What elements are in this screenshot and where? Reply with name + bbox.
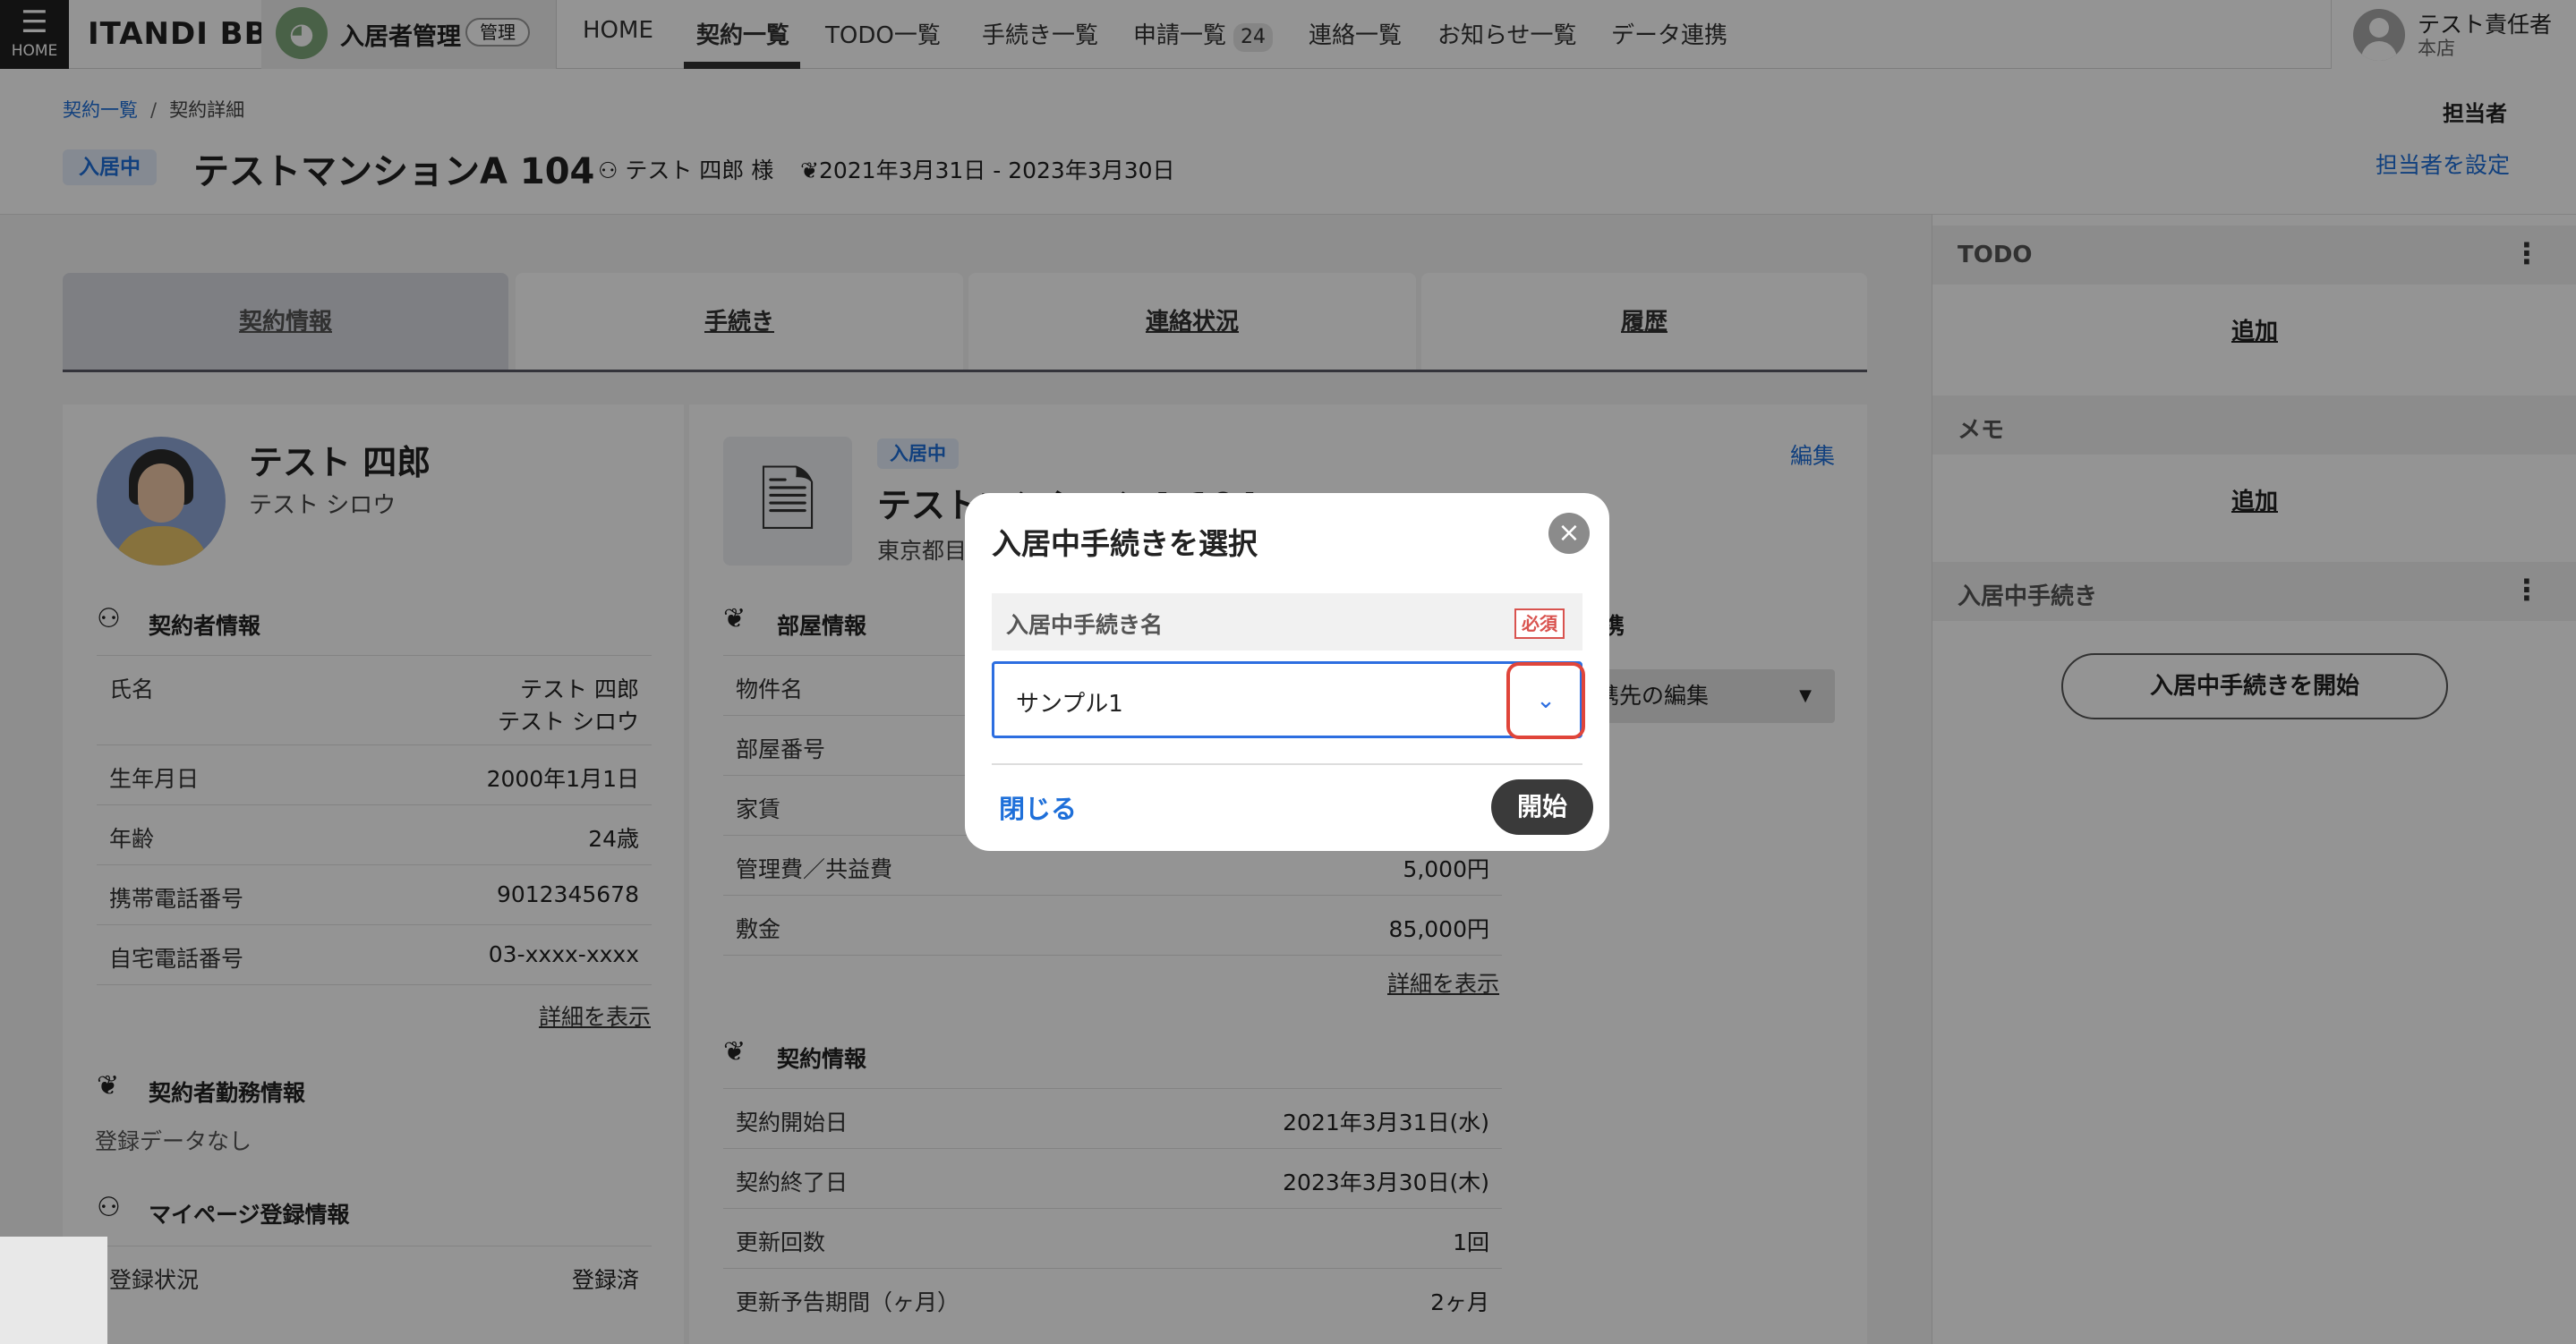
dialog-divider	[992, 763, 1582, 765]
start-button[interactable]: 開始	[1491, 779, 1593, 835]
close-button[interactable]: 閉じる	[999, 788, 1077, 826]
procedure-name-label: 入居中手続き名	[1006, 612, 1164, 638]
field-label-bar: 入居中手続き名 必須	[992, 593, 1582, 651]
chevron-down-icon[interactable]: ⌄	[1506, 662, 1585, 739]
dialog-title: 入居中手続きを選択	[992, 526, 1258, 561]
procedure-select-dialog: 入居中手続きを選択 × 入居中手続き名 必須 サンプル1 ⌄ 閉じる 開始	[965, 493, 1609, 851]
procedure-select[interactable]: サンプル1 ⌄	[992, 661, 1585, 739]
required-badge: 必須	[1514, 608, 1565, 639]
selected-procedure: サンプル1	[1016, 691, 1123, 718]
corner-widget	[0, 1237, 107, 1344]
close-icon[interactable]: ×	[1548, 513, 1590, 554]
